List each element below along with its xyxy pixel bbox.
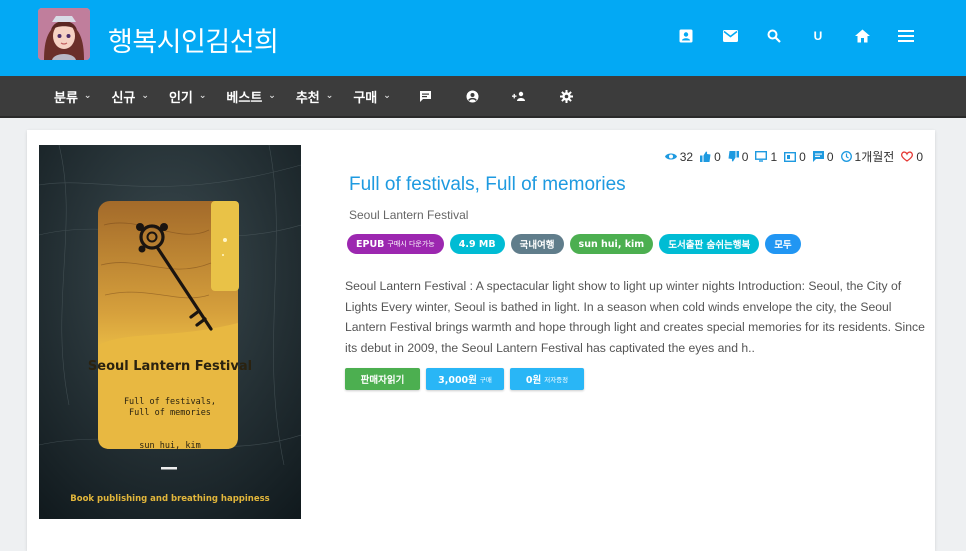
- stat-likes[interactable]: 0: [700, 150, 721, 164]
- badge-category[interactable]: 국내여행: [510, 234, 564, 254]
- heart-icon: [901, 151, 914, 162]
- book-actions: 판매자읽기 3,000원 구매 0원 저자증정: [345, 368, 590, 390]
- group-add-icon[interactable]: [509, 85, 531, 107]
- chat-icon[interactable]: [415, 85, 437, 107]
- top-header: 행복시인김선희 U: [0, 0, 966, 76]
- book-cover[interactable]: Seoul Lantern Festival Full of festivals…: [39, 145, 301, 519]
- search-icon[interactable]: [764, 26, 784, 46]
- stat-views: 32: [664, 150, 693, 164]
- home-icon[interactable]: [852, 26, 872, 46]
- site-logo[interactable]: [38, 8, 90, 60]
- chevron-down-icon: ⌄: [198, 91, 207, 101]
- cover-author: sun hui, kim: [139, 441, 201, 451]
- buy-button[interactable]: 3,000원 구매: [426, 368, 504, 390]
- nav-item-new[interactable]: 신규 ⌄: [111, 87, 148, 106]
- chevron-down-icon: ⌄: [83, 91, 92, 101]
- stat-time: 1개월전: [840, 148, 894, 165]
- badge-filesize: 4.9 MB: [449, 234, 505, 254]
- book-description: Seoul Lantern Festival : A spectacular l…: [345, 279, 925, 355]
- badge-format: EPUB 구매시 다운가능: [347, 234, 444, 254]
- chevron-down-icon: ⌄: [268, 91, 276, 101]
- chevron-down-icon: ⌄: [383, 91, 391, 101]
- stat-hearts[interactable]: 0: [901, 150, 923, 164]
- nav-item-recommend[interactable]: 추천 ⌄: [296, 87, 333, 106]
- stat-comments: 0: [812, 150, 834, 164]
- site-title[interactable]: 행복시인김선희: [108, 20, 279, 59]
- nav-item-category[interactable]: 분류 ⌄: [54, 87, 91, 106]
- menu-icon[interactable]: [896, 26, 916, 46]
- cover-publisher-slogan: Book publishing and breathing happiness: [70, 494, 270, 504]
- monitor-icon: [755, 151, 768, 162]
- chevron-down-icon: ⌄: [141, 91, 149, 101]
- main-nav: 분류 ⌄ 신규 ⌄ 인기 ⌄ 베스트 ⌄ 추천 ⌄ 구매 ⌄: [0, 76, 966, 118]
- nav-item-best[interactable]: 베스트 ⌄: [226, 87, 275, 106]
- badge-audience: 모두: [765, 234, 801, 254]
- comment-icon: [812, 151, 824, 162]
- book-badges: EPUB 구매시 다운가능 4.9 MB 국내여행 sun hui, kim 도서…: [347, 234, 807, 254]
- stat-dislikes[interactable]: 0: [728, 150, 748, 164]
- clock-icon: [840, 151, 852, 162]
- card-icon: [784, 151, 797, 162]
- nav-item-purchase[interactable]: 구매 ⌄: [353, 87, 390, 106]
- badge-publisher[interactable]: 도서출판 숨쉬는행복: [659, 234, 760, 254]
- seller-read-button[interactable]: 판매자읽기: [345, 368, 420, 390]
- account-circle-icon[interactable]: [462, 85, 484, 107]
- cover-title: Seoul Lantern Festival: [87, 359, 253, 374]
- mail-icon[interactable]: [720, 26, 740, 46]
- stat-cards: 0: [784, 150, 806, 164]
- thumb-up-icon: [700, 151, 711, 162]
- settings-icon[interactable]: [556, 85, 578, 107]
- book-subtitle: Seoul Lantern Festival: [349, 208, 469, 222]
- author-gift-button[interactable]: 0원 저자증정: [510, 368, 584, 390]
- chevron-down-icon: ⌄: [325, 91, 334, 101]
- stat-screens: 1: [755, 150, 777, 164]
- badge-author[interactable]: sun hui, kim: [569, 234, 654, 254]
- user-icon[interactable]: U: [808, 26, 828, 46]
- book-title[interactable]: Full of festivals, Full of memories: [349, 174, 626, 196]
- book-card: Seoul Lantern Festival Full of festivals…: [27, 130, 935, 551]
- eye-icon: [664, 153, 677, 160]
- cover-subtitle: Full of festivals, Full of memories: [123, 397, 217, 418]
- contact-icon[interactable]: [676, 26, 696, 46]
- header-icon-bar: U: [676, 26, 916, 46]
- nav-item-popular[interactable]: 인기 ⌄: [169, 87, 206, 106]
- thumb-down-icon: [728, 151, 739, 162]
- book-stats: 32 0 0 1 0 0 1개월전 0: [658, 148, 923, 165]
